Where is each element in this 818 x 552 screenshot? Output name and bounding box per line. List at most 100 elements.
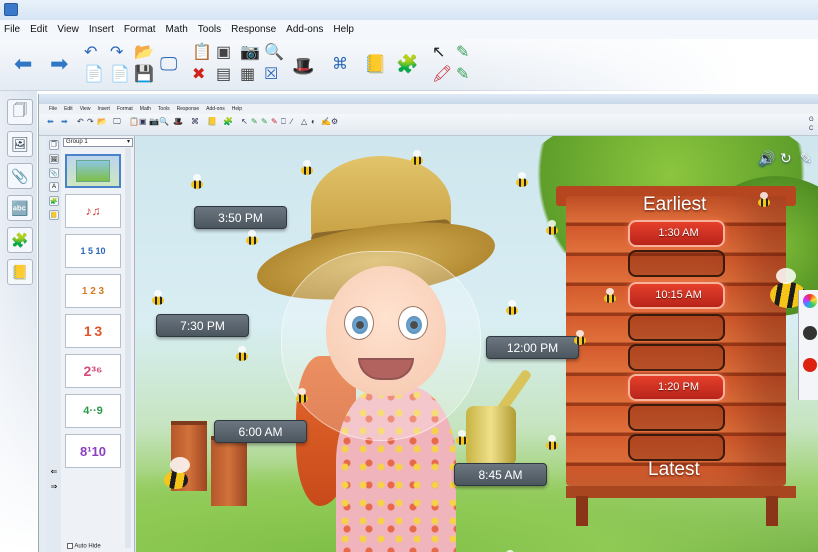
open-folder-icon[interactable]: 📂 [134,45,154,61]
inner-open-icon[interactable]: 📂 [97,117,107,126]
page-thumbnail-3[interactable]: 1 5 10 [65,234,121,268]
pen-style-icon[interactable] [803,326,817,340]
inner-puzzle-icon[interactable]: 🧩 [223,117,233,126]
page-thumbnail-2[interactable]: ♪♫ [65,194,121,228]
hive-slot-5[interactable] [628,344,725,371]
menu-response[interactable]: Response [231,24,276,35]
inner-line-icon[interactable]: ∕ [291,117,292,126]
hive-slot-1[interactable]: 1:30 AM [628,220,725,247]
page-thumbnail-5[interactable]: 1 3 [65,314,121,348]
autohide-box[interactable] [67,543,73,550]
inner-addon-icon[interactable]: 📒 [207,117,217,126]
props-tab-small-icon[interactable]: A [49,182,59,192]
table-icon[interactable]: ▦ [240,67,255,83]
addon-tab-small-icon[interactable]: 🧩 [49,196,59,206]
fill-color-icon[interactable] [803,358,817,372]
document-camera-icon[interactable]: 📷 [240,45,260,61]
screen-shade-icon[interactable]: ▤ [216,67,231,83]
sound-icon[interactable]: 🔊 [758,150,775,167]
addons-tab-icon[interactable]: 🧩 [7,227,33,253]
page-thumbnail-1[interactable] [65,154,121,188]
inner-gallery-icon[interactable]: 🎩 [173,117,183,126]
redo-icon[interactable]: ↷ [110,45,123,61]
attach-tab-small-icon[interactable]: 📎 [49,168,59,178]
time-card-600am[interactable]: 6:00 AM [214,420,307,443]
gallery-tab-small-icon[interactable]: 🖼 [49,154,59,164]
inner-camera-icon[interactable]: 📷 [149,117,159,126]
inner-paste-icon[interactable]: 📋 [129,117,139,126]
hive-slot-4[interactable] [628,314,725,341]
delete-icon[interactable]: ✖ [192,67,205,83]
time-card-1200pm[interactable]: 12:00 PM [486,336,579,359]
inner-menu-edit[interactable]: Edit [64,106,73,112]
addon-icon[interactable]: 📒 [364,55,386,73]
menu-addons[interactable]: Add-ons [286,24,323,35]
edit-pencil-icon[interactable]: ✎ [800,150,812,167]
page-thumbnail-4[interactable]: 1 2 3 [65,274,121,308]
page-thumbnail-8[interactable]: 8¹10 [65,434,121,468]
gallery-tab-icon[interactable]: 🖼 [7,131,33,157]
inner-menu-view[interactable]: View [80,106,91,112]
back-arrow-icon[interactable]: ⬅ [14,53,32,75]
inner-menu-response[interactable]: Response [177,106,200,112]
inner-select-icon[interactable]: ↖ [241,117,248,126]
sorter-tab-icon[interactable]: 🗍 [49,140,59,150]
gallery-icon[interactable]: 🎩 [292,57,314,75]
inner-properties-icon[interactable]: ⚙ [331,117,338,126]
hive-slot-6[interactable]: 1:20 PM [628,374,725,401]
inner-back-icon[interactable]: ⬅ [47,117,54,126]
save-icon[interactable]: 💾 [134,67,154,83]
menu-view[interactable]: View [57,24,79,35]
menu-help[interactable]: Help [333,24,354,35]
inner-capture-icon[interactable]: ▣ [139,117,147,126]
move-left-arrow-icon[interactable]: ⇐ [49,466,59,476]
screen-display-icon[interactable]: 🖵 [160,55,177,73]
reset-icon[interactable]: ↻ [780,150,792,167]
inner-eraser-icon[interactable]: ⎕ [281,117,286,127]
undo-icon[interactable]: ↶ [84,45,97,61]
inner-search-icon[interactable]: 🔍 [159,117,169,126]
menu-file[interactable]: File [4,24,20,35]
hive-slot-2[interactable] [628,250,725,277]
menu-format[interactable]: Format [124,24,156,35]
inner-text-icon[interactable]: ✍ [321,117,331,126]
lesson-tab-small-icon[interactable]: 📒 [49,210,59,220]
inner-pen-icon[interactable]: ✎ [251,117,258,126]
inner-menu-file[interactable]: File [49,106,57,112]
inner-menu-math[interactable]: Math [140,106,151,112]
inner-undo-icon[interactable]: ↶ [77,117,84,126]
page-sorter-icon[interactable]: 🗍 [7,99,33,125]
search-icon[interactable]: 🔍 [264,45,284,61]
menu-tools[interactable]: Tools [198,24,221,35]
menu-insert[interactable]: Insert [89,24,114,35]
color-palette-icon[interactable] [803,294,817,308]
inner-menu-help[interactable]: Help [232,106,242,112]
puzzle-icon[interactable]: 🧩 [396,55,418,73]
inner-menu-insert[interactable]: Insert [97,106,110,112]
thumbnail-scrollbar[interactable] [125,148,131,548]
new-page-icon[interactable]: 📄 [84,67,104,83]
autohide-checkbox[interactable]: Auto Hide [67,543,101,550]
menu-math[interactable]: Math [166,24,188,35]
inner-pen3-icon[interactable]: ✎ [271,117,278,126]
inner-menu-addons[interactable]: Add-ons [206,106,225,112]
properties-icon[interactable]: 🔤 [7,195,33,221]
inner-response-icon[interactable]: ⌘ [191,117,199,126]
screen-capture-icon[interactable]: ▣ [216,45,231,61]
inner-pen2-icon[interactable]: ✎ [261,117,268,126]
inner-menu-tools[interactable]: Tools [158,106,170,112]
hive-slot-8[interactable] [628,434,725,461]
response-icon[interactable]: ⌘ [332,57,348,73]
inner-forward-icon[interactable]: ➡ [61,117,68,126]
page-thumbnail-6[interactable]: 2³⁶ [65,354,121,388]
inner-shape-icon[interactable]: △ [301,117,307,126]
time-card-350pm[interactable]: 3:50 PM [194,206,287,229]
inner-menu-format[interactable]: Format [117,106,133,112]
inner-fill-icon[interactable]: ◐ [311,117,316,126]
forward-arrow-icon[interactable]: ➡ [50,53,68,75]
menu-edit[interactable]: Edit [30,24,47,35]
attachments-icon[interactable]: 📎 [7,163,33,189]
group-dropdown[interactable]: Group 1 ▾ [63,138,133,147]
delete-page-icon[interactable]: 📄 [110,67,130,83]
math-tool-icon[interactable]: ☒ [264,67,278,83]
